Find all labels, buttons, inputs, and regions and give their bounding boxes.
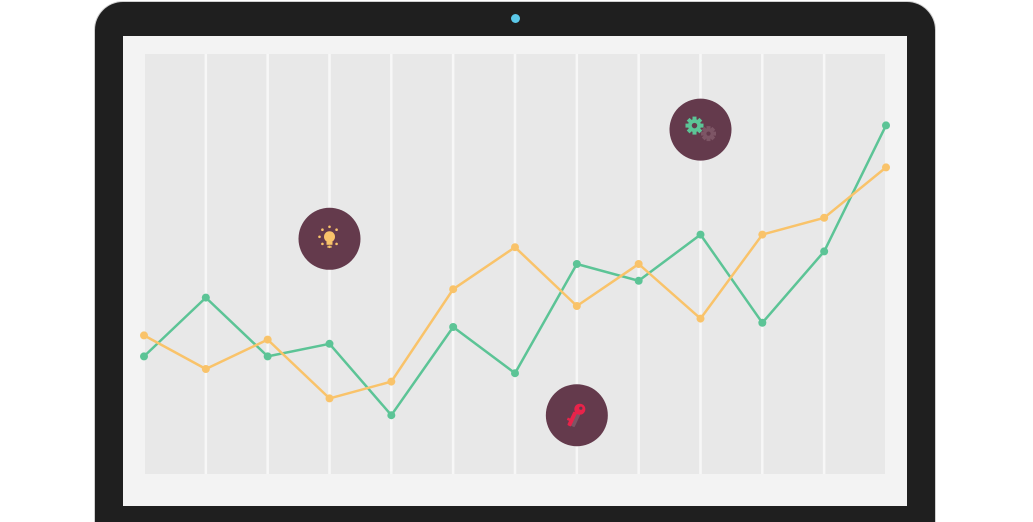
- data-point: [263, 335, 272, 344]
- line-chart: [140, 54, 890, 474]
- data-point: [758, 230, 767, 239]
- laptop-frame: [95, 2, 935, 522]
- data-point: [634, 260, 643, 268]
- data-point: [820, 247, 829, 256]
- data-point: [140, 331, 148, 340]
- data-point: [201, 293, 210, 302]
- data-point: [758, 318, 767, 327]
- data-point: [387, 411, 396, 420]
- data-point: [634, 276, 643, 285]
- data-point: [696, 314, 705, 323]
- data-point: [572, 302, 581, 310]
- data-point: [263, 352, 272, 361]
- key-badge: [545, 384, 608, 447]
- data-point: [696, 230, 705, 239]
- data-point: [140, 352, 148, 361]
- data-point: [511, 243, 519, 252]
- webcam-dot: [511, 14, 520, 23]
- data-point: [882, 163, 890, 172]
- data-point: [820, 213, 829, 222]
- laptop-screen: [123, 36, 907, 506]
- data-point: [325, 394, 334, 403]
- data-point: [325, 339, 334, 348]
- data-point: [387, 377, 396, 386]
- data-point: [201, 365, 210, 373]
- gears-badge: [669, 98, 732, 161]
- data-point: [449, 285, 458, 294]
- data-point: [572, 260, 581, 268]
- lightbulb-badge: [298, 207, 361, 270]
- data-point: [449, 323, 458, 331]
- data-point: [882, 121, 890, 130]
- data-point: [511, 369, 519, 378]
